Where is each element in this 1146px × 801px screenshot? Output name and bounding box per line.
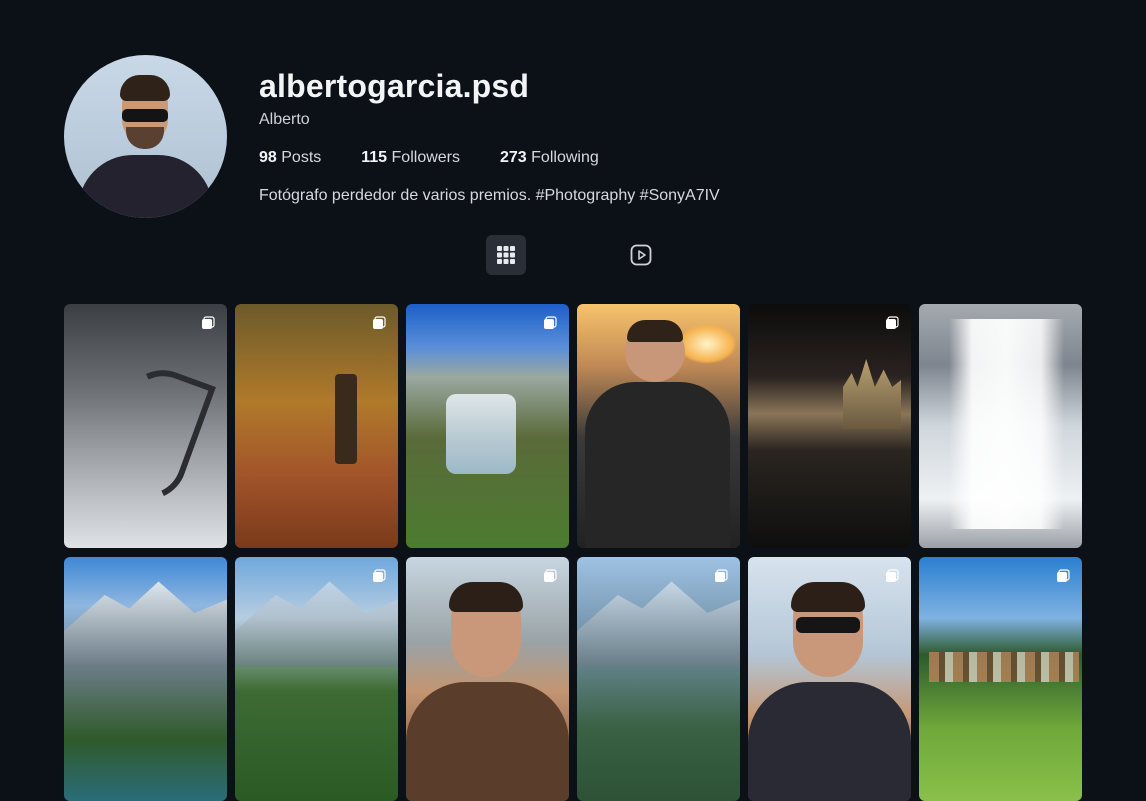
posts-count: 98 [259,149,277,166]
post-tile[interactable] [235,304,398,548]
multiple-photos-icon [373,569,386,582]
followers-count: 115 [361,149,388,166]
avatar-beard [126,127,164,149]
avatar-hair [120,75,170,101]
profile-username: albertogarcia.psd [259,68,530,104]
multiple-photos-icon [544,569,557,582]
post-tile[interactable] [406,304,569,548]
multiple-photos-icon [202,316,215,329]
multiple-photos-icon [886,316,899,329]
multiple-photos-icon [886,569,899,582]
grid-icon [497,246,515,264]
post-tile[interactable] [748,304,911,548]
post-tile[interactable] [64,557,227,801]
post-tile[interactable] [577,557,740,801]
followers-stat[interactable]: 115 Followers [361,149,460,167]
avatar-shirt [78,155,213,218]
followers-label: Followers [391,149,460,166]
profile-name: Alberto [259,111,310,128]
posts-grid [64,304,1082,801]
profile-stats: 98 Posts 115 Followers 273 Following [259,149,639,167]
post-tile[interactable] [235,557,398,801]
avatar-sunglasses [122,109,168,122]
multiple-photos-icon [715,569,728,582]
multiple-photos-icon [373,316,386,329]
following-stat[interactable]: 273 Following [500,149,599,167]
tab-posts-grid[interactable] [486,235,526,275]
profile-bio: Fotógrafo perdedor de varios premios. #P… [259,187,720,204]
following-count: 273 [500,149,527,166]
posts-stat[interactable]: 98 Posts [259,149,321,167]
post-tile[interactable] [919,304,1082,548]
posts-label: Posts [281,149,322,166]
multiple-photos-icon [544,316,557,329]
post-tile[interactable] [64,304,227,548]
post-tile[interactable] [577,304,740,548]
tab-reels[interactable] [621,235,661,275]
reels-play-icon [630,244,652,266]
post-tile[interactable] [748,557,911,801]
post-tile[interactable] [406,557,569,801]
following-label: Following [531,149,599,166]
profile-avatar[interactable] [64,55,227,218]
post-tile[interactable] [919,557,1082,801]
multiple-photos-icon [1057,569,1070,582]
